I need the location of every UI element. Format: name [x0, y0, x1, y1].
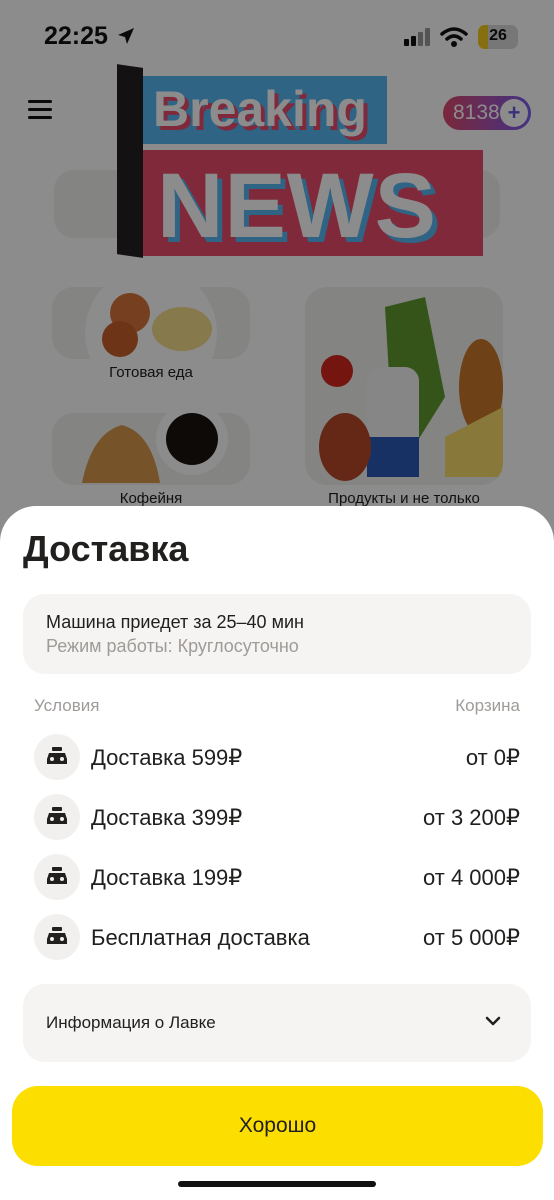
delivery-option-label: Бесплатная доставка: [91, 925, 310, 950]
car-icon: [34, 734, 80, 780]
cart-threshold: от 3 200₽: [423, 805, 520, 830]
cart-threshold: от 4 000₽: [423, 865, 520, 890]
delivery-bottom-sheet: Доставка Машина приедет за 25–40 мин Реж…: [0, 506, 554, 1200]
car-icon: [34, 854, 80, 900]
car-icon: [34, 914, 80, 960]
working-hours: Режим работы: Круглосуточно: [46, 636, 299, 656]
delivery-option-label: Доставка 199₽: [91, 865, 243, 890]
home-indicator[interactable]: [178, 1181, 376, 1187]
car-icon: [34, 794, 80, 840]
delivery-info-card: Машина приедет за 25–40 мин Режим работы…: [23, 594, 531, 674]
lavka-info-label: Информация о Лавке: [46, 1013, 216, 1032]
delivery-row: Доставка 199₽ от 4 000₽: [34, 854, 520, 900]
delivery-row: Бесплатная доставка от 5 000₽: [34, 914, 520, 960]
delivery-option-label: Доставка 599₽: [91, 745, 243, 770]
chevron-down-icon: [485, 1016, 501, 1026]
cart-threshold: от 0₽: [465, 745, 520, 770]
delivery-row: Доставка 599₽ от 0₽: [34, 734, 520, 780]
lavka-info-expander[interactable]: Информация о Лавке: [23, 984, 531, 1062]
sheet-title: Доставка: [23, 528, 189, 569]
cart-header: Корзина: [455, 696, 520, 715]
delivery-option-label: Доставка 399₽: [91, 805, 243, 830]
conditions-header: Условия: [34, 696, 100, 715]
delivery-eta: Машина приедет за 25–40 мин: [46, 612, 304, 632]
ok-button[interactable]: Хорошо: [12, 1086, 543, 1166]
cart-threshold: от 5 000₽: [423, 925, 520, 950]
delivery-row: Доставка 399₽ от 3 200₽: [34, 794, 520, 840]
